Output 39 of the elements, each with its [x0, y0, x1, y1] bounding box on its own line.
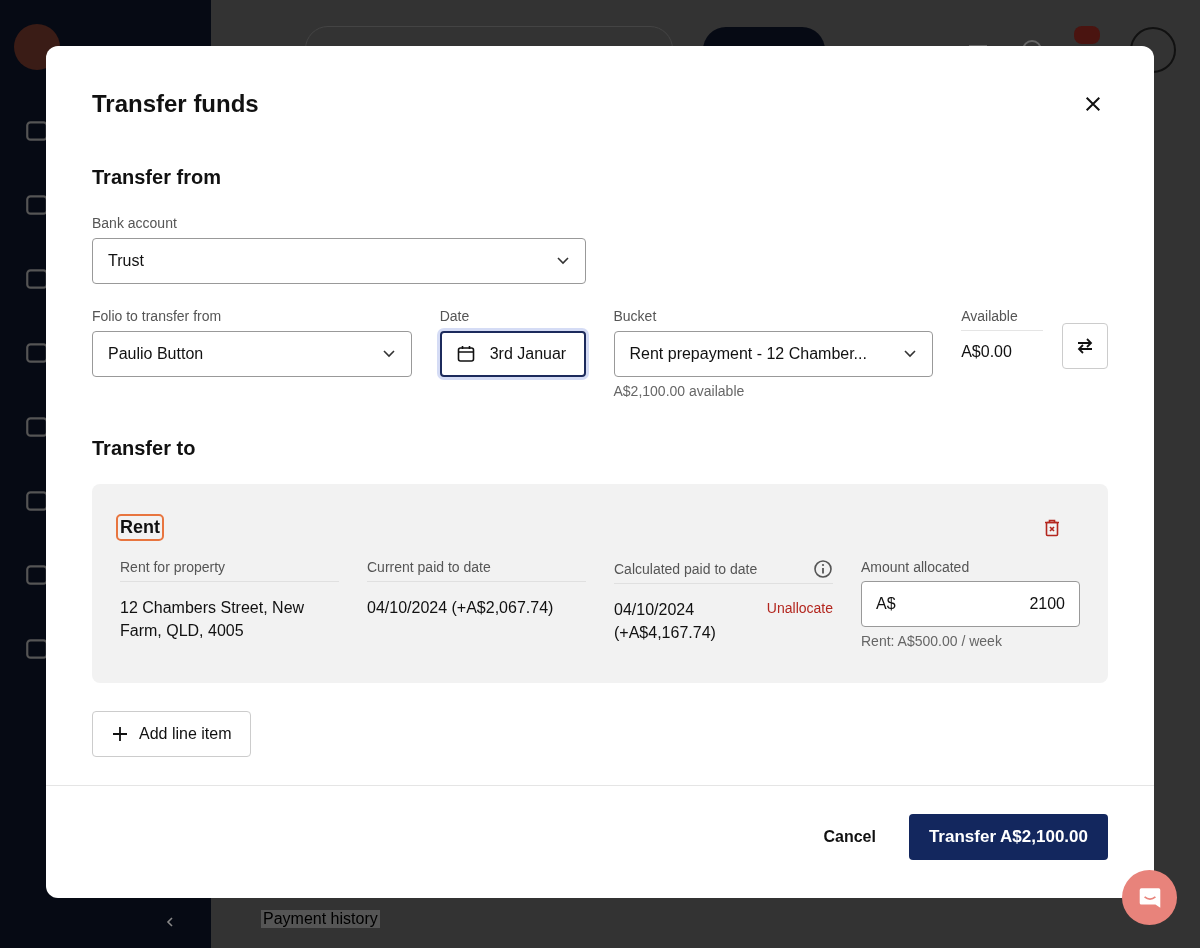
bank-account-select[interactable]: Trust: [92, 238, 586, 284]
close-icon[interactable]: [1084, 95, 1102, 113]
chevron-down-icon: [382, 350, 395, 358]
cancel-button[interactable]: Cancel: [823, 818, 876, 856]
column-label: Calculated paid to date: [614, 561, 758, 577]
available-amount: A$0.00: [961, 343, 1013, 361]
field-label: Available: [961, 308, 1044, 331]
folio-select[interactable]: Paulio Button: [92, 331, 412, 377]
amount-field[interactable]: A$ 2100: [861, 581, 1080, 627]
modal-title: Transfer funds: [92, 90, 259, 118]
calendar-icon: [455, 344, 476, 364]
column-label: Current paid to date: [367, 559, 586, 582]
section-heading: Transfer to: [92, 437, 197, 460]
trash-icon[interactable]: [1044, 518, 1060, 537]
field-hint: Rent: A$500.00 / week: [861, 633, 1003, 649]
section-heading: Transfer from: [92, 166, 222, 189]
notification-badge: [1074, 26, 1100, 44]
add-line-item-button[interactable]: Add line item: [92, 711, 251, 757]
line-item-title[interactable]: Rent: [116, 514, 164, 541]
field-label: Bank account: [92, 215, 178, 231]
plus-icon: [113, 727, 127, 741]
swap-button[interactable]: [1062, 323, 1108, 369]
column-label: Rent for property: [120, 559, 339, 582]
field-hint: A$2,100.00 available: [613, 383, 746, 399]
column-label: Amount allocated: [861, 559, 971, 575]
date-field[interactable]: 3rd Januar: [439, 331, 586, 377]
transfer-button[interactable]: Transfer A$2,100.00: [908, 814, 1108, 860]
bucket-select[interactable]: Rent prepayment - 12 Chamber...: [613, 331, 934, 377]
chevron-down-icon: [557, 257, 569, 265]
calculated-paid-date: 04/10/2024 (+A$4,167.74): [614, 600, 717, 643]
field-label: Bucket: [613, 308, 658, 324]
chevron-left-icon[interactable]: [164, 916, 176, 928]
property-address: 12 Chambers Street, New Farm, QLD, 4005: [120, 598, 306, 641]
current-paid-date: 04/10/2024 (+A$2,067.74): [367, 598, 555, 618]
chevron-down-icon: [904, 350, 917, 358]
unallocate-link[interactable]: Unallocate: [766, 600, 833, 616]
field-label: Date: [439, 308, 471, 324]
field-label: Folio to transfer from: [92, 308, 223, 324]
info-icon[interactable]: [813, 559, 833, 579]
